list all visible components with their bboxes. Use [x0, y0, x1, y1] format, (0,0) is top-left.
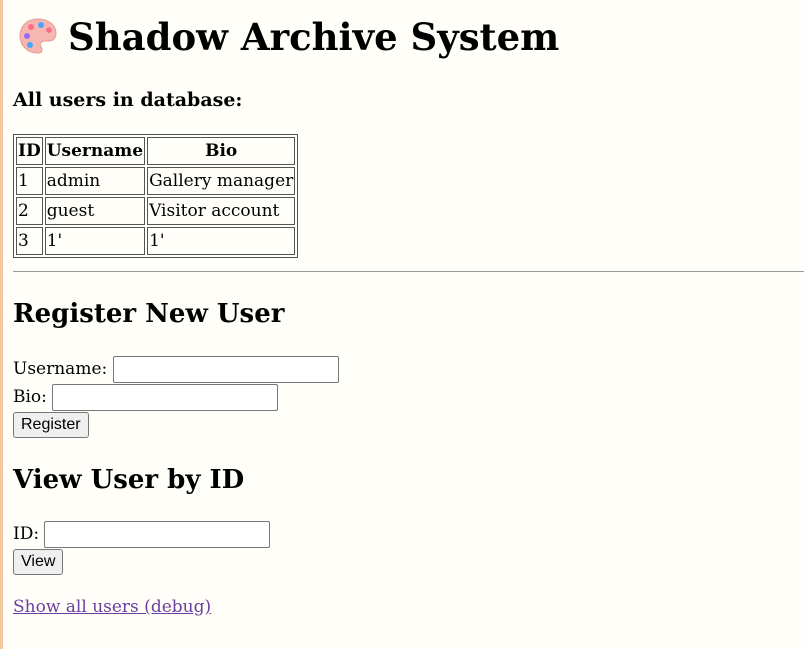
cell-bio: Gallery manager: [147, 167, 296, 195]
users-heading: All users in database:: [13, 89, 243, 111]
id-row: ID:: [13, 521, 271, 548]
cell-id: 3: [16, 227, 43, 255]
username-row: Username:: [13, 356, 339, 383]
view-heading: View User by ID: [13, 465, 245, 495]
column-header-bio: Bio: [147, 137, 296, 165]
view-button[interactable]: View: [13, 549, 64, 575]
username-input[interactable]: [112, 356, 339, 383]
id-input[interactable]: [44, 521, 271, 548]
cell-username: guest: [44, 197, 146, 225]
section-divider: [13, 271, 804, 272]
bio-input[interactable]: [52, 384, 279, 411]
column-header-username: Username: [44, 137, 146, 165]
table-row: 3 1' 1': [16, 227, 296, 255]
cell-bio: 1': [147, 227, 296, 255]
username-label: Username:: [13, 359, 108, 379]
page-title-text: Shadow Archive System: [68, 15, 560, 59]
table-row: 1 admin Gallery manager: [16, 167, 296, 195]
bio-label: Bio:: [13, 387, 47, 407]
bio-row: Bio:: [13, 384, 279, 411]
cell-username: 1': [44, 227, 146, 255]
register-heading: Register New User: [13, 299, 285, 329]
column-header-id: ID: [16, 137, 43, 165]
cell-id: 2: [16, 197, 43, 225]
table-row: 2 guest Visitor account: [16, 197, 296, 225]
id-label: ID:: [13, 524, 40, 544]
page-left-edge: [0, 0, 3, 649]
cell-id: 1: [16, 167, 43, 195]
table-header-row: ID Username Bio: [16, 137, 296, 165]
cell-username: admin: [44, 167, 146, 195]
page-title: Shadow Archive System: [18, 14, 559, 60]
register-button[interactable]: Register: [13, 412, 89, 438]
cell-bio: Visitor account: [147, 197, 296, 225]
show-all-users-link[interactable]: Show all users (debug): [13, 596, 211, 618]
palette-icon: [19, 18, 57, 54]
users-table: ID Username Bio 1 admin Gallery manager …: [13, 134, 299, 258]
